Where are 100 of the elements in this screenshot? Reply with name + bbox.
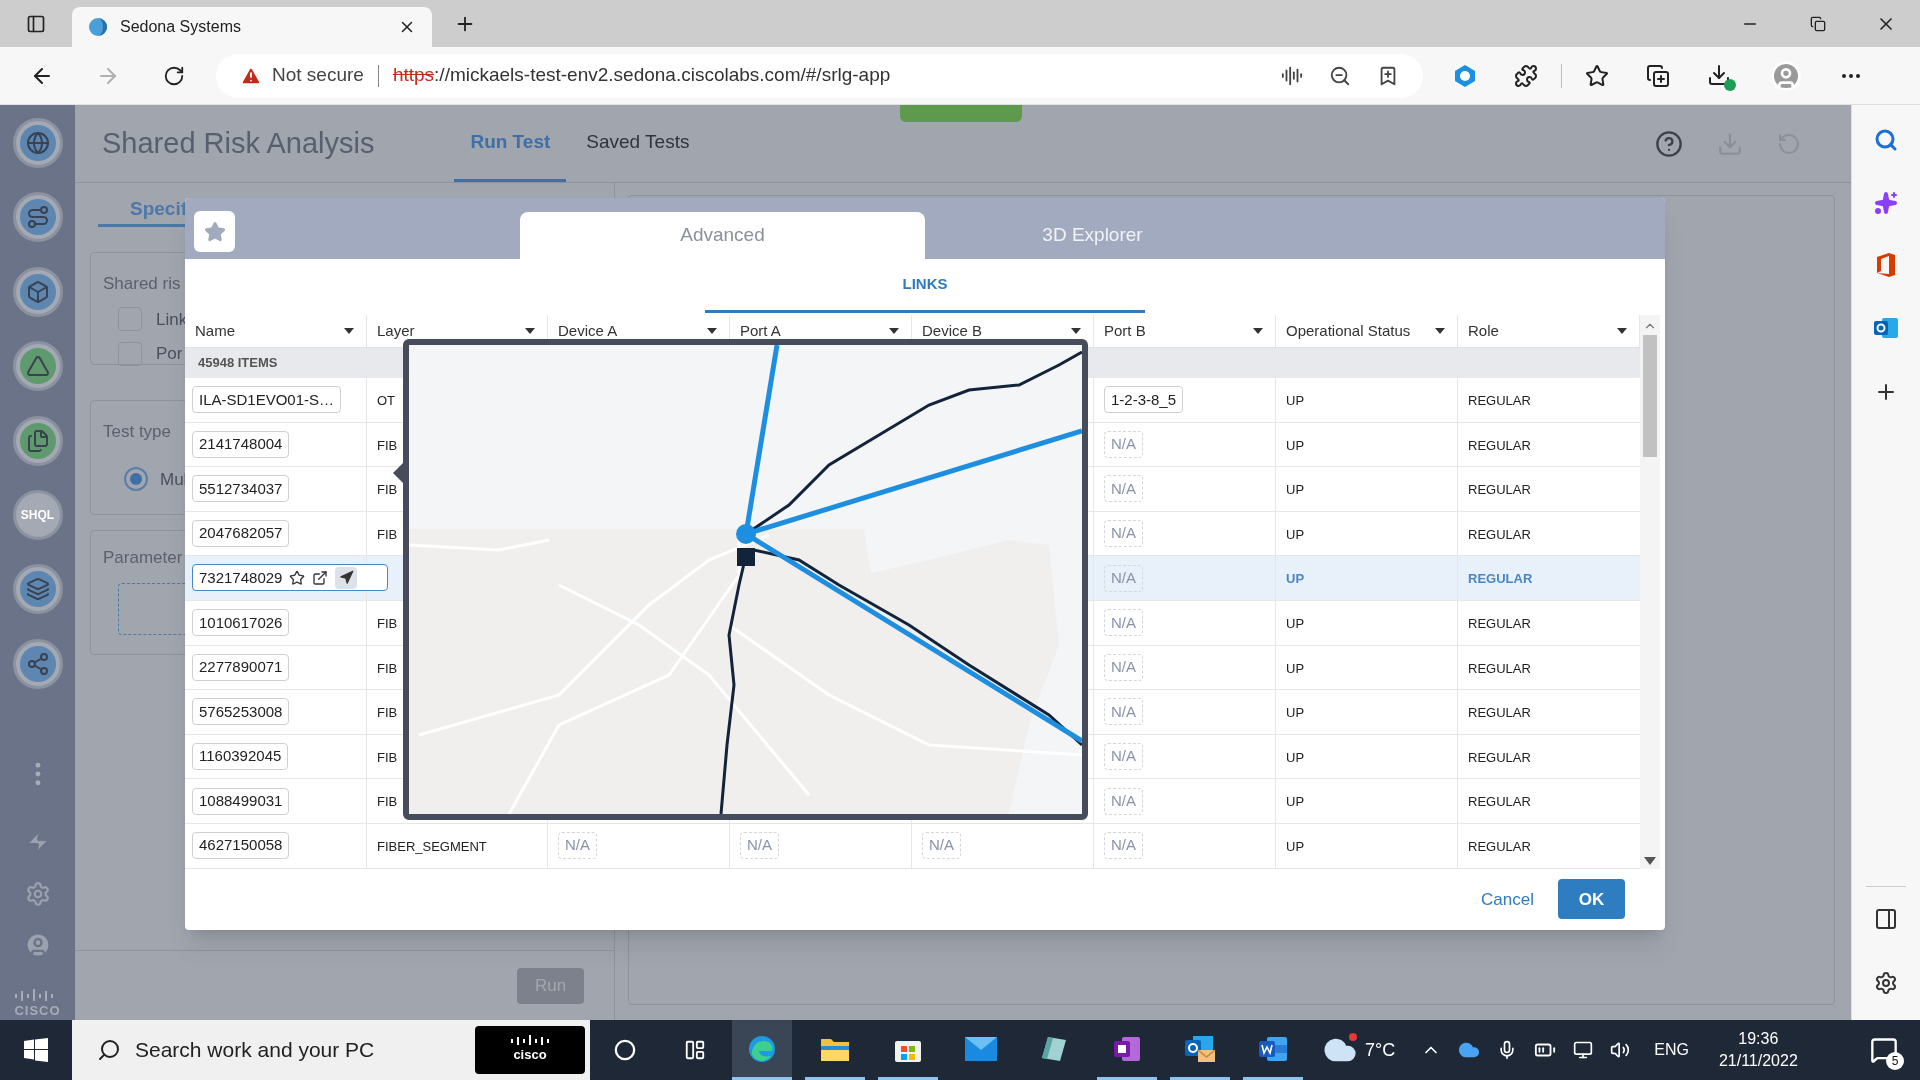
layers-icon: [25, 577, 50, 602]
column-header[interactable]: Name: [195, 319, 235, 343]
notebook-icon: [1113, 1034, 1141, 1063]
status-value: UP: [1286, 482, 1305, 498]
downloads-icon[interactable]: [1707, 62, 1733, 89]
open-icon[interactable]: [312, 569, 329, 586]
empty-value: N/A: [1104, 698, 1143, 726]
help-icon[interactable]: [1655, 129, 1683, 158]
profile-icon[interactable]: [1770, 59, 1802, 92]
status-value: UP: [1286, 705, 1305, 721]
clock[interactable]: 19:36 21/11/2022: [1718, 1028, 1798, 1072]
favorites-icon[interactable]: [1585, 63, 1609, 88]
column-header[interactable]: Operational Status: [1286, 319, 1411, 343]
start-icon[interactable]: [24, 1038, 48, 1062]
table-row[interactable]: 4627150058 FIBER_SEGMENT N/A N/A N/A N/A UP REGULAR: [185, 823, 1640, 869]
ok-button[interactable]: OK: [1558, 879, 1625, 920]
zoom-out-icon[interactable]: [1329, 64, 1351, 87]
navigation-icon: [338, 570, 354, 586]
caret-icon[interactable]: [344, 328, 354, 334]
column-header[interactable]: Port A: [740, 319, 781, 343]
language-indicator[interactable]: ENG: [1654, 1038, 1689, 1062]
security-label: Not secure: [272, 63, 364, 88]
role-value: REGULAR: [1468, 615, 1531, 631]
layer-value: FIB: [377, 705, 398, 721]
site-logo-icon: [88, 17, 108, 37]
read-aloud-icon[interactable]: [1281, 64, 1303, 87]
caret-icon[interactable]: [889, 328, 899, 334]
name-field[interactable]: 7321748029: [192, 564, 388, 592]
sparkle-icon[interactable]: [1874, 191, 1898, 215]
cancel-button[interactable]: Cancel: [1481, 886, 1534, 912]
empty-value: N/A: [1104, 564, 1143, 592]
task-view-icon[interactable]: [684, 1039, 706, 1061]
status-value: UP: [1286, 660, 1305, 676]
search-bar[interactable]: Search work and your PC cisco: [72, 1020, 590, 1080]
layer-value: FIB: [377, 660, 398, 676]
extension-icon[interactable]: [1453, 63, 1477, 88]
layer-value: FIBER_SEGMENT: [377, 838, 487, 854]
section-label: Shared ris: [103, 273, 181, 295]
status-value: UP: [1286, 794, 1305, 810]
name-value: ILA-SD1EVO01-S…: [192, 386, 342, 414]
page-title: Shared Risk Analysis: [102, 125, 375, 161]
extensions-icon[interactable]: [1514, 63, 1538, 88]
layer-value: OT: [377, 393, 396, 408]
layer-value: FIB: [377, 437, 398, 453]
layer-value: FIB: [377, 615, 398, 631]
name-value: 5512734037: [192, 475, 290, 503]
restore-icon[interactable]: [1810, 15, 1826, 32]
caret-icon[interactable]: [1617, 328, 1627, 334]
caret-icon[interactable]: [1435, 328, 1445, 334]
network-icon[interactable]: [1573, 1040, 1594, 1060]
office-icon[interactable]: [1875, 252, 1897, 278]
split-screen-icon[interactable]: [1874, 907, 1898, 931]
status-value: UP: [1286, 393, 1305, 408]
tab-actions-icon[interactable]: [26, 13, 46, 34]
notifications-icon[interactable]: [1870, 1036, 1898, 1064]
collections-icon[interactable]: [1646, 63, 1670, 88]
caret-icon[interactable]: [707, 328, 717, 334]
empty-value: N/A: [558, 832, 597, 860]
scroll-down-icon[interactable]: [1644, 856, 1656, 865]
caret-icon[interactable]: [525, 328, 535, 334]
column-header[interactable]: Device A: [558, 319, 618, 343]
radio-button[interactable]: [124, 467, 148, 492]
route-icon: [25, 205, 50, 230]
checkbox-label: Por: [156, 343, 183, 365]
scroll-thumb[interactable]: [1643, 335, 1657, 457]
assistant-icon[interactable]: [614, 1039, 636, 1061]
settings-icon[interactable]: [1874, 971, 1898, 995]
refresh-icon[interactable]: [163, 64, 185, 87]
section-label: Parameter: [103, 547, 183, 569]
column-header[interactable]: Role: [1468, 319, 1499, 343]
role-value: REGULAR: [1468, 482, 1531, 498]
column-header[interactable]: Device B: [922, 319, 983, 343]
section-tab[interactable]: LINKS: [705, 259, 1145, 313]
search-icon: [97, 1038, 121, 1062]
mail-app-icon[interactable]: [1873, 316, 1899, 340]
notes-app-icon: [1040, 1034, 1068, 1063]
empty-value: N/A: [1104, 520, 1143, 548]
caret-icon[interactable]: [1253, 328, 1263, 334]
page-tab[interactable]: Saved Tests: [570, 105, 706, 182]
port-value: 1-2-3-8_5: [1104, 386, 1184, 414]
volume-icon[interactable]: [1610, 1040, 1631, 1060]
scrollbar[interactable]: [1640, 315, 1660, 869]
empty-value: N/A: [1104, 832, 1143, 860]
empty-value: N/A: [1104, 743, 1143, 771]
status-value: UP: [1286, 526, 1305, 542]
column-header[interactable]: Layer: [377, 319, 415, 343]
popup-pointer: [393, 463, 403, 483]
document-icon: [1258, 1034, 1288, 1063]
column-header[interactable]: Port B: [1104, 319, 1146, 343]
layer-value: FIB: [377, 482, 398, 498]
star-icon[interactable]: [289, 569, 306, 586]
role-value: REGULAR: [1468, 794, 1531, 810]
search-icon[interactable]: [1874, 128, 1898, 152]
caret-icon[interactable]: [1071, 328, 1081, 334]
search-input[interactable]: Search work and your PC: [135, 1034, 465, 1066]
browser-tab[interactable]: Sedona Systems: [72, 7, 432, 47]
address-bar[interactable]: Not secure https://mickaels-test-env2.sedona.ciscolabs.com/#/srlg-app: [216, 53, 1423, 98]
mail-icon: [965, 1036, 997, 1061]
locate-button[interactable]: [335, 566, 358, 589]
app-nav-button[interactable]: [12, 118, 63, 168]
